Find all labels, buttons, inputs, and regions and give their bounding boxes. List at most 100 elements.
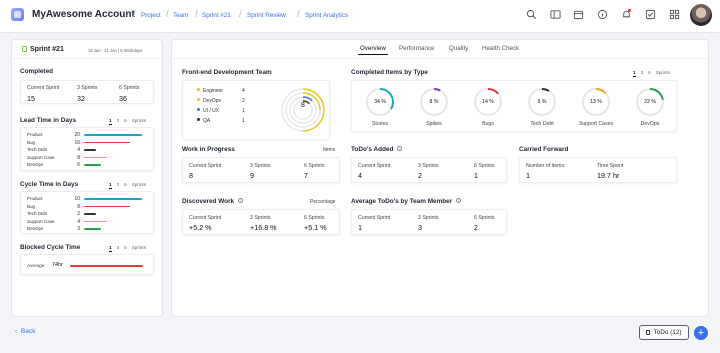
info-icon[interactable]: i	[456, 198, 462, 203]
stat-value: +16.8 %	[250, 223, 277, 232]
todos-card: Current Sprint 3 Sprints 6 Sprints 4 2 1	[351, 157, 507, 183]
bar-row: Product 10	[27, 196, 151, 202]
bar-value: 8	[77, 154, 80, 161]
bar-label: Tech Debt	[27, 147, 48, 153]
team-card: Engineer 4 DevOps 2 UI / UX 1 QA 1 8	[182, 80, 330, 140]
apps-grid-icon[interactable]	[668, 9, 680, 21]
checkbox-icon[interactable]	[644, 9, 656, 21]
legend-role: QA	[203, 118, 211, 124]
cycle-time-card: Product 10 Bug 8 Tech Debt 2 Support Case 4 DevO…	[20, 191, 154, 234]
toggle-6[interactable]: 6	[124, 182, 127, 187]
breadcrumb-separator: /	[166, 9, 169, 20]
stat-label: 6 Sprints	[304, 163, 325, 169]
bar	[84, 228, 102, 230]
donut-label: DevOps	[640, 121, 660, 127]
team-legend-item: UI / UX 1	[197, 108, 245, 114]
notification-bell-icon[interactable]	[620, 9, 632, 21]
toggle-1[interactable]: 1	[109, 182, 112, 189]
breadcrumb-sprint-review[interactable]: Sprint Review	[247, 12, 286, 19]
avg-todo-card: Current Sprint 3 Sprints 6 Sprints 1 3 2	[351, 209, 507, 235]
toggle-3[interactable]: 3	[641, 70, 644, 75]
tab-quality[interactable]: Quality	[449, 45, 468, 52]
breadcrumb-team[interactable]: Team	[173, 12, 188, 19]
stat-value: 15	[27, 94, 35, 103]
calendar-icon[interactable]	[572, 9, 584, 21]
toggle-1[interactable]: 1	[109, 118, 112, 125]
stat-label: 3 Sprints	[418, 215, 439, 221]
add-button[interactable]: +	[694, 326, 708, 340]
bar	[84, 134, 142, 136]
stat-label: Number of items:	[526, 163, 566, 169]
chevron-down-icon[interactable]: ⌄	[124, 10, 130, 18]
wip-card: Current Sprint 3 Sprints 6 Sprints 8 9 7	[182, 157, 340, 183]
items-type-sprint-toggle[interactable]: 1 3 6 Sprints	[633, 70, 675, 77]
avg-todo-title: Average ToDo's by Team Member i	[351, 198, 462, 205]
legend-count: 2	[242, 98, 245, 104]
discovered-unit: Percentage	[310, 199, 336, 205]
bar-value: 10	[74, 196, 80, 202]
tab-performance[interactable]: Performance	[399, 45, 434, 52]
legend-dot	[197, 88, 200, 91]
lead-time-sprint-toggle[interactable]: 1 3 6 Sprints	[109, 118, 151, 125]
bar-value: 4	[77, 218, 80, 225]
items-by-type-title: Completed Items by Type	[351, 69, 428, 76]
stat-label: Current Sprint	[358, 163, 391, 169]
tab-overview[interactable]: Overview	[358, 45, 388, 55]
info-icon[interactable]: i	[238, 198, 244, 203]
team-title: Front-end Development Team	[182, 69, 272, 76]
sidebar-toggle-icon[interactable]	[549, 9, 561, 21]
account-name[interactable]: MyAwesome Account	[32, 9, 135, 20]
stat-label: Current Sprint	[358, 215, 391, 221]
sprint-summary-panel: Sprint #21 15 Jan - 21 Jan | 5 Workdays …	[11, 39, 163, 317]
donut-percent: 13 %	[590, 99, 602, 105]
discovered-card: Current Sprint 3 Sprints 6 Sprints +5.2 …	[182, 209, 340, 235]
breadcrumb-sprint[interactable]: Sprint #21	[202, 12, 231, 19]
info-icon[interactable]: i	[397, 146, 403, 151]
toggle-3[interactable]: 3	[117, 118, 120, 123]
bar-value: 6	[77, 162, 80, 169]
todos-title-text: ToDo's Added	[351, 146, 394, 153]
toggle-1[interactable]: 1	[633, 70, 636, 77]
breadcrumb-sprint-analytics[interactable]: Sprint Analytics	[305, 12, 348, 19]
carried-forward-card: Number of items: Time Spent 1 19.7 hr	[519, 157, 677, 183]
wip-unit: Items	[323, 147, 336, 153]
stat-label: Time Spent	[597, 163, 624, 169]
cycle-time-title: Cycle Time in Days	[20, 181, 79, 188]
avg-todo-title-text: Average ToDo's by Team Member	[351, 198, 453, 205]
sprint-name: Sprint #21	[30, 46, 64, 53]
toggle-6[interactable]: 6	[648, 70, 651, 75]
tab-bar: Overview Performance Quality Health Chec…	[172, 45, 710, 55]
info-icon[interactable]	[596, 9, 608, 21]
items-by-type-card: 34 % Stories 8 % Spikes 14 % Bugs 9 % Tech Debt…	[351, 80, 677, 132]
bar	[84, 164, 102, 166]
toggle-1[interactable]: 1	[109, 245, 112, 252]
breadcrumb-project[interactable]: Project	[141, 12, 161, 19]
toggle-6[interactable]: 6	[124, 245, 127, 250]
carried-forward-title: Carried Forward	[519, 146, 569, 153]
bar-value: 16	[74, 139, 80, 146]
stat-value: 2	[474, 223, 478, 232]
wip-title: Work in Progress	[182, 146, 235, 153]
blocked-sprint-toggle[interactable]: 1 3 6 Sprints	[109, 245, 151, 252]
legend-role: DevOps	[203, 98, 222, 104]
toggle-3[interactable]: 3	[117, 182, 120, 187]
toggle-unit: Sprints	[655, 70, 670, 75]
toggle-6[interactable]: 6	[124, 118, 127, 123]
stat-value: 4	[358, 171, 362, 180]
tab-health-check[interactable]: Health Check	[482, 45, 519, 52]
toggle-3[interactable]: 3	[117, 245, 120, 250]
bar-label: DevOps	[27, 162, 44, 168]
completed-card: Current Sprint 3 Sprints 6 Sprints 15 32…	[20, 80, 154, 104]
back-link[interactable]: ‹ Back	[15, 328, 36, 335]
stat-value: 2	[418, 171, 422, 180]
toggle-unit: Sprints	[131, 118, 146, 123]
cycle-time-sprint-toggle[interactable]: 1 3 6 Sprints	[109, 182, 151, 189]
stat-label: 3 Sprints	[250, 163, 271, 169]
avatar[interactable]	[690, 4, 712, 26]
bar	[84, 220, 108, 223]
todo-button[interactable]: ToDo (12)	[639, 325, 689, 340]
legend-count: 1	[242, 108, 245, 114]
search-icon[interactable]	[525, 9, 537, 21]
app-logo-icon[interactable]	[11, 8, 24, 21]
donut-percent: 34 %	[374, 99, 386, 105]
